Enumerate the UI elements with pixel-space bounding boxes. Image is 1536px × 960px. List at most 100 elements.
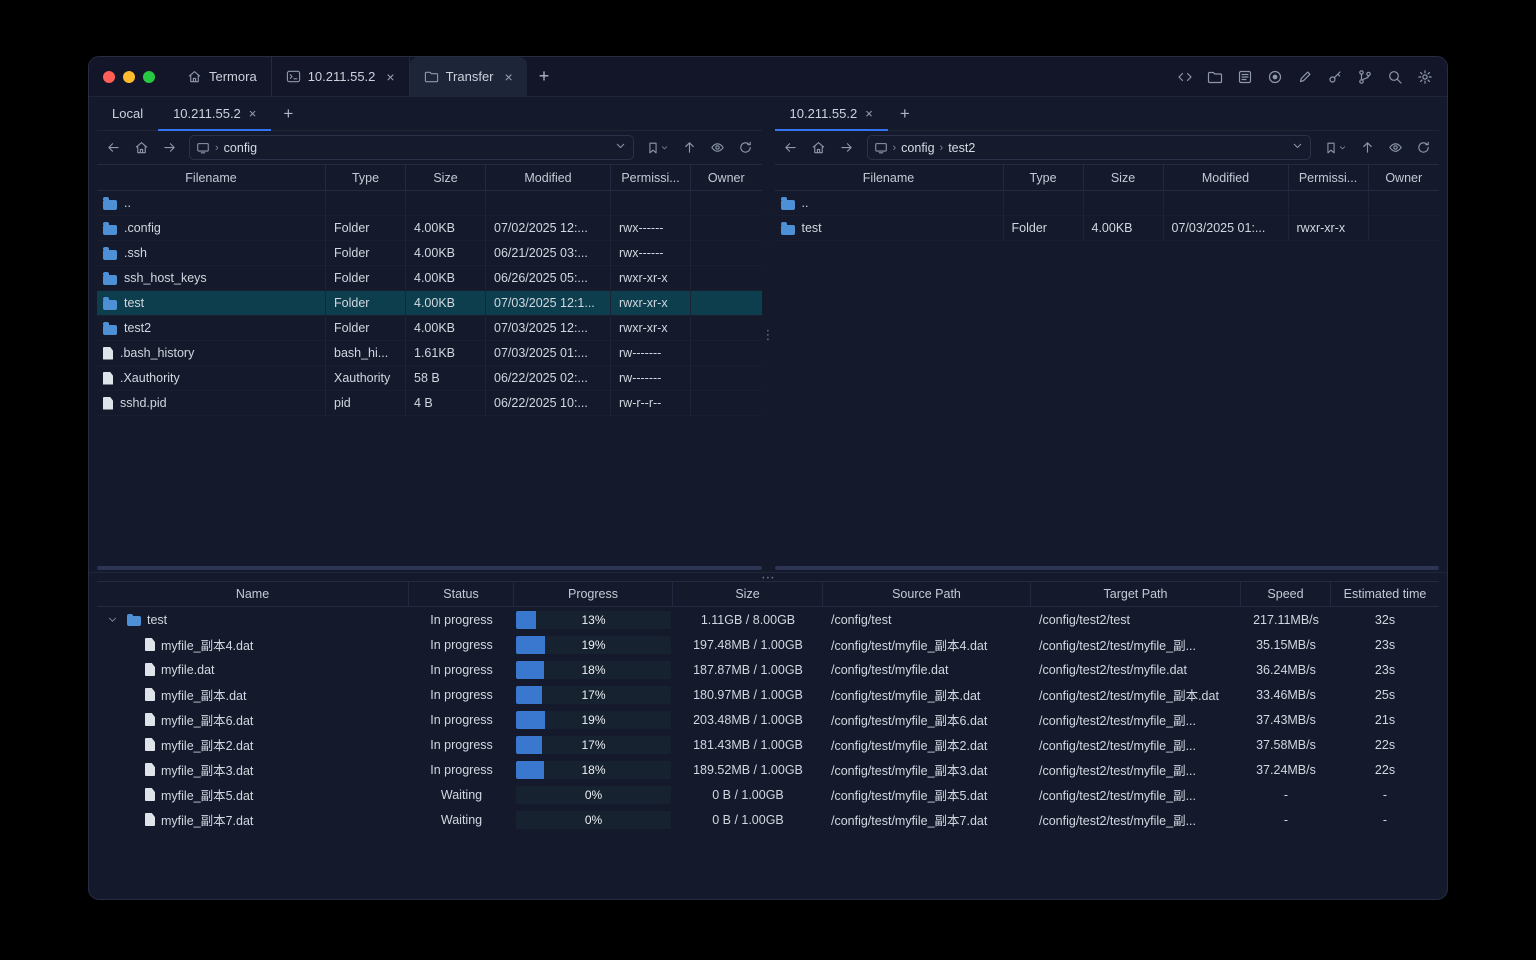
column-header[interactable]: Name — [97, 582, 409, 606]
close-tab-icon[interactable]: × — [865, 107, 873, 120]
column-header[interactable]: Type — [1004, 165, 1084, 190]
minimize-window-button[interactable] — [123, 70, 135, 83]
record-icon[interactable] — [1263, 65, 1287, 89]
upload-icon[interactable] — [678, 136, 702, 160]
new-panel-tab-button[interactable]: + — [888, 97, 922, 130]
column-header[interactable]: Modified — [1164, 165, 1289, 190]
file-modified: 06/22/2025 10:... — [486, 391, 611, 416]
show-hidden-icon[interactable] — [706, 136, 730, 160]
folder-icon[interactable] — [1203, 65, 1227, 89]
home-icon[interactable] — [807, 136, 831, 160]
home-icon[interactable] — [129, 136, 153, 160]
column-header[interactable]: Filename — [97, 165, 326, 190]
expand-chevron-icon[interactable] — [103, 614, 121, 625]
search-icon[interactable] — [1383, 65, 1407, 89]
path-combobox[interactable]: › config — [189, 135, 634, 160]
transfer-size: 180.97MB / 1.00GB — [693, 687, 803, 702]
upload-icon[interactable] — [1355, 136, 1379, 160]
chevron-down-icon[interactable] — [1291, 139, 1304, 157]
breadcrumb-segment[interactable]: config — [901, 141, 934, 155]
file-owner — [691, 366, 762, 391]
transfer-row[interactable]: myfile_副本.dat In progress 17% 180.97MB /… — [97, 682, 1439, 707]
tab-label: 10.211.55.2 — [173, 106, 241, 121]
horizontal-scrollbar[interactable] — [774, 566, 1439, 570]
tab-local[interactable]: Local — [97, 97, 158, 130]
column-header[interactable]: Status — [409, 582, 514, 606]
close-tab-icon[interactable]: × — [386, 70, 394, 84]
horizontal-scrollbar[interactable] — [97, 566, 762, 570]
file-row[interactable]: .config Folder 4.00KB 07/02/2025 12:... … — [97, 216, 762, 241]
bookmark-icon[interactable] — [642, 136, 674, 160]
close-tab-icon[interactable]: × — [505, 70, 513, 84]
zoom-window-button[interactable] — [143, 70, 155, 83]
app-tab-transfer[interactable]: Transfer × — [409, 57, 527, 96]
transfer-row[interactable]: test In progress 13% 1.11GB / 8.00GB /co… — [97, 607, 1439, 632]
close-window-button[interactable] — [103, 70, 115, 83]
file-row[interactable]: .Xauthority Xauthority 58 B 06/22/2025 0… — [97, 366, 762, 391]
key-icon[interactable] — [1323, 65, 1347, 89]
refresh-icon[interactable] — [734, 136, 758, 160]
settings-icon[interactable] — [1413, 65, 1437, 89]
path-combobox[interactable]: › config › test2 — [866, 135, 1311, 160]
file-row[interactable]: test Folder 4.00KB 07/03/2025 12:1... rw… — [97, 291, 762, 316]
back-icon[interactable] — [779, 136, 803, 160]
column-header[interactable]: Progress — [514, 582, 673, 606]
file-row[interactable]: .ssh Folder 4.00KB 06/21/2025 03:... rwx… — [97, 241, 762, 266]
panel-splitter[interactable]: ⋮ — [762, 97, 775, 572]
transfer-row[interactable]: myfile_副本4.dat In progress 19% 197.48MB … — [97, 632, 1439, 657]
branch-icon[interactable] — [1353, 65, 1377, 89]
transfer-row[interactable]: myfile.dat In progress 18% 187.87MB / 1.… — [97, 657, 1439, 682]
column-header[interactable]: Filename — [775, 165, 1004, 190]
new-app-tab-button[interactable]: + — [527, 57, 562, 96]
file-row[interactable]: sshd.pid pid 4 B 06/22/2025 10:... rw-r-… — [97, 391, 762, 416]
file-row[interactable]: .bash_history bash_hi... 1.61KB 07/03/20… — [97, 341, 762, 366]
column-header[interactable]: Owner — [691, 165, 762, 190]
column-header[interactable]: Permissi... — [1289, 165, 1369, 190]
column-header[interactable]: Size — [406, 165, 486, 190]
column-header[interactable]: Modified — [486, 165, 611, 190]
file-owner — [691, 291, 762, 316]
log-icon[interactable] — [1233, 65, 1257, 89]
transfer-splitter[interactable]: ⋯ — [89, 570, 1447, 584]
show-hidden-icon[interactable] — [1383, 136, 1407, 160]
new-panel-tab-button[interactable]: + — [271, 97, 305, 130]
back-icon[interactable] — [101, 136, 125, 160]
file-row[interactable]: test2 Folder 4.00KB 07/03/2025 12:... rw… — [97, 316, 762, 341]
code-icon[interactable] — [1173, 65, 1197, 89]
column-header[interactable]: Size — [673, 582, 823, 606]
edit-icon[interactable] — [1293, 65, 1317, 89]
refresh-icon[interactable] — [1411, 136, 1435, 160]
column-header[interactable]: Speed — [1241, 582, 1331, 606]
transfer-row[interactable]: myfile_副本5.dat Waiting 0% 0 B / 1.00GB /… — [97, 782, 1439, 807]
transfer-name: myfile_副本4.dat — [161, 639, 254, 653]
bookmark-icon[interactable] — [1319, 136, 1351, 160]
file-row[interactable]: .. — [97, 191, 762, 216]
file-row[interactable]: test Folder 4.00KB 07/03/2025 01:... rwx… — [774, 216, 1439, 241]
target-path: /config/test2/test/myfile.dat — [1039, 662, 1187, 677]
column-header[interactable]: Source Path — [823, 582, 1031, 606]
column-header[interactable]: Estimated time — [1331, 582, 1439, 606]
column-header[interactable]: Permissi... — [611, 165, 691, 190]
column-header[interactable]: Target Path — [1031, 582, 1241, 606]
transfer-row[interactable]: myfile_副本7.dat Waiting 0% 0 B / 1.00GB /… — [97, 807, 1439, 832]
close-tab-icon[interactable]: × — [249, 107, 257, 120]
transfer-size: 203.48MB / 1.00GB — [693, 712, 803, 727]
column-header[interactable]: Type — [326, 165, 406, 190]
column-header[interactable]: Size — [1084, 165, 1164, 190]
target-path: /config/test2/test/myfile_副... — [1039, 714, 1197, 728]
breadcrumb-segment[interactable]: config — [224, 141, 257, 155]
tab-remote-host[interactable]: 10.211.55.2 × — [774, 97, 889, 131]
file-row[interactable]: .. — [774, 191, 1439, 216]
app-tab-host[interactable]: 10.211.55.2 × — [272, 57, 410, 96]
forward-icon[interactable] — [835, 136, 859, 160]
transfer-row[interactable]: myfile_副本6.dat In progress 19% 203.48MB … — [97, 707, 1439, 732]
column-header[interactable]: Owner — [1369, 165, 1440, 190]
chevron-down-icon[interactable] — [614, 139, 627, 157]
transfer-row[interactable]: myfile_副本2.dat In progress 17% 181.43MB … — [97, 732, 1439, 757]
app-tab-termora[interactable]: Termora — [173, 57, 272, 96]
tab-remote-host[interactable]: 10.211.55.2 × — [158, 97, 272, 131]
transfer-row[interactable]: myfile_副本3.dat In progress 18% 189.52MB … — [97, 757, 1439, 782]
breadcrumb-segment[interactable]: test2 — [948, 141, 975, 155]
file-row[interactable]: ssh_host_keys Folder 4.00KB 06/26/2025 0… — [97, 266, 762, 291]
forward-icon[interactable] — [157, 136, 181, 160]
